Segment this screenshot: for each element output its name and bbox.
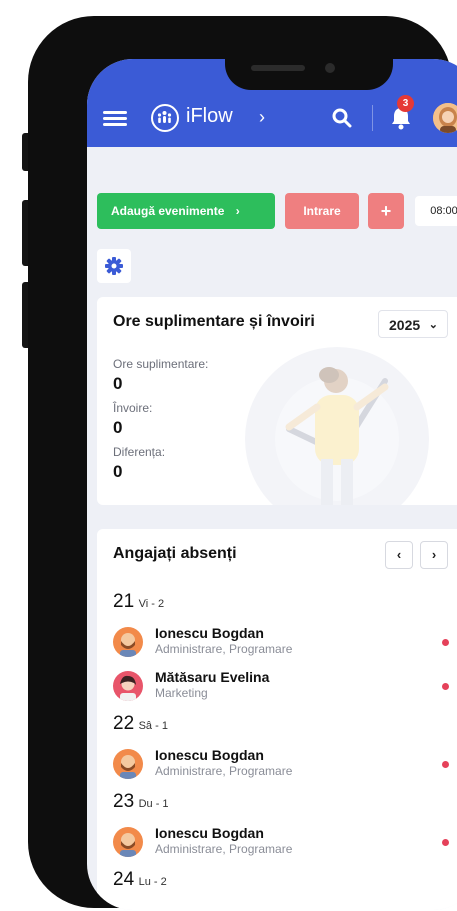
year-select[interactable]: 2025 ⌄ — [378, 310, 448, 338]
difference-value: 0 — [113, 462, 123, 481]
day-heading: 24 Lu - 2 — [113, 869, 167, 890]
settings-button[interactable] — [97, 249, 131, 283]
leave-label: Învoire: — [113, 401, 153, 415]
add-events-label: Adaugă evenimente — [111, 204, 225, 218]
notification-count-badge: 3 — [397, 95, 414, 112]
iflow-logo-icon — [151, 104, 179, 132]
person-department: Administrare, Programare — [155, 842, 293, 856]
app-name: iFlow — [186, 105, 233, 127]
person-name: Ionescu Bogdan — [155, 625, 264, 641]
prev-button[interactable]: ‹ — [385, 541, 413, 569]
absent-person-row[interactable]: Ionescu Bogdan Administrare, Programare — [113, 825, 453, 859]
speaker — [251, 65, 305, 71]
plus-button[interactable]: + — [368, 193, 404, 229]
overtime-card-title: Ore suplimentare și învoiri — [113, 313, 315, 330]
chevron-down-icon: ⌄ — [428, 319, 438, 331]
status-dot — [442, 683, 449, 690]
avatar — [113, 671, 143, 701]
phone-frame: iFlow › 3 Adaugă evenimente › Intrare + … — [28, 16, 457, 910]
time-display[interactable]: 08:00 — [415, 196, 457, 226]
status-dot — [442, 639, 449, 646]
menu-icon[interactable] — [103, 111, 127, 127]
avatar — [113, 749, 143, 779]
person-name: Ionescu Bogdan — [155, 747, 264, 763]
avatar — [113, 627, 143, 657]
day-heading: 23 Du - 1 — [113, 791, 169, 812]
next-button[interactable]: › — [420, 541, 448, 569]
topbar-divider — [372, 105, 373, 131]
add-events-button[interactable]: Adaugă evenimente › — [97, 193, 275, 229]
overtime-illustration — [245, 347, 429, 505]
breadcrumb-chevron-icon[interactable]: › — [259, 107, 265, 128]
person-department: Marketing — [155, 686, 208, 700]
person-department: Administrare, Programare — [155, 764, 293, 778]
person-name: Ionescu Bogdan — [155, 825, 264, 841]
person-department: Administrare, Programare — [155, 642, 293, 656]
absent-person-row[interactable]: Ionescu Bogdan Administrare, Programare — [113, 625, 453, 659]
avatar — [113, 827, 143, 857]
user-avatar[interactable] — [433, 103, 457, 133]
absent-person-row[interactable]: Mătăsaru Evelina Marketing — [113, 669, 453, 703]
overtime-value: 0 — [113, 374, 123, 393]
phone-notch — [225, 44, 393, 90]
difference-label: Diferența: — [113, 445, 166, 459]
status-dot — [442, 839, 449, 846]
status-dot — [442, 761, 449, 768]
absent-employees-card: Angajați absenți ‹ › 21 Vi - 2 Ionescu B… — [97, 529, 457, 910]
entry-button[interactable]: Intrare — [285, 193, 359, 229]
day-heading: 21 Vi - 2 — [113, 591, 165, 612]
gear-icon — [105, 257, 123, 275]
overtime-label: Ore suplimentare: — [113, 357, 209, 371]
search-icon[interactable] — [331, 107, 353, 129]
absent-card-title: Angajați absenți — [113, 545, 237, 562]
camera — [325, 63, 335, 73]
leave-value: 0 — [113, 418, 123, 437]
absent-person-row[interactable]: Ionescu Bogdan Administrare, Programare — [113, 747, 453, 781]
overtime-card: Ore suplimentare și învoiri 2025 ⌄ Ore s… — [97, 297, 457, 505]
person-name: Mătăsaru Evelina — [155, 669, 270, 685]
year-select-value: 2025 — [389, 317, 421, 333]
chevron-right-icon: › — [235, 204, 240, 218]
app-screen: iFlow › 3 Adaugă evenimente › Intrare + … — [87, 59, 457, 910]
day-heading: 22 Sâ - 1 — [113, 713, 168, 734]
